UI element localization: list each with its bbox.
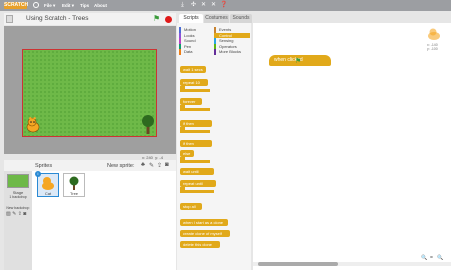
new-sprite-label: New sprite: [107,163,135,169]
sprite-name-cat: Cat [44,191,52,196]
new-backdrop-label: New backdrop: [6,206,30,210]
about-menu[interactable]: About [94,2,107,9]
block-else: else [180,150,194,157]
block-forever-mouth [180,105,210,111]
scrollbar-thumb[interactable] [258,262,338,266]
hat-flag-icon: ⚑ [295,58,302,65]
cat-sprite[interactable] [24,117,42,133]
shrink-icon[interactable]: ✕ [210,2,217,9]
block-if-else[interactable]: if then [180,140,212,147]
block-create-clone[interactable]: create clone of myself [180,230,230,237]
sprite-thumb-cat[interactable]: Cat [37,173,59,197]
presentation-mode-button[interactable] [6,15,13,23]
block-repeat-mouth [180,86,210,92]
sprite-position: x: -140 y: -100 [427,43,438,51]
tree-thumbnail-icon [69,176,79,190]
camera-sprite-icon[interactable]: ◙ [165,162,169,168]
block-repeat-until[interactable]: repeat until [180,180,216,187]
cat-thumbnail-icon [42,177,54,190]
category-data[interactable]: Data [179,49,213,55]
zoom-in-icon[interactable]: 🔍 [437,255,443,261]
zoom-out-icon[interactable]: 🔍 [421,255,427,261]
block-wait[interactable]: wait 1 secs [180,66,206,73]
zoom-reset-icon[interactable]: = [430,255,433,261]
edit-menu[interactable]: Edit ▾ [62,2,74,9]
project-title[interactable]: Using Scratch - Trees [26,13,89,25]
delete-icon[interactable]: ✣ [190,2,197,9]
sprite-y: y: -100 [427,47,438,51]
category-list-right: Events Control Sensing Operators More Bl… [214,27,250,55]
tab-sounds[interactable]: Sounds [230,14,252,23]
stage-thumbnail[interactable] [7,174,29,188]
choose-sprite-icon[interactable]: ♣ [141,162,145,168]
sprites-title: Sprites [35,163,53,169]
block-wait-until[interactable]: wait until [180,168,214,175]
duplicate-icon[interactable]: ⤓ [179,2,186,9]
paint-sprite-icon[interactable]: ✎ [149,162,154,169]
block-when-clone[interactable]: when I start as a clone [180,219,228,226]
block-delete-clone[interactable]: delete this clone [180,241,220,248]
scratch-logo[interactable]: SCRATCH [4,2,28,9]
tab-scripts[interactable]: Scripts [179,14,203,23]
help-icon[interactable]: ❓ [220,2,227,9]
block-if-then[interactable]: if then [180,120,212,127]
block-else-mouth [180,157,210,163]
category-list-left: Motion Looks Sound Pen Data [179,27,213,55]
grass-backdrop [22,49,157,137]
block-if-mouth [180,127,210,133]
backdrop-tools-icon[interactable]: ▧ ✎ ⇪ ◙ [6,211,26,217]
file-menu[interactable]: File ▾ [44,2,55,9]
block-repeat[interactable]: repeat 10 [180,79,208,86]
current-sprite-cat-icon [428,28,440,40]
language-globe-icon[interactable] [33,2,39,8]
sprite-name-tree: Tree [69,191,79,196]
tree-sprite[interactable] [140,113,156,135]
block-forever[interactable]: forever [180,98,202,105]
sprite-info-icon[interactable]: i [35,171,41,177]
green-flag-icon[interactable]: ⚑ [153,15,160,23]
category-more-blocks[interactable]: More Blocks [214,49,250,55]
sprite-thumb-tree[interactable]: Tree [63,173,85,197]
tab-costumes[interactable]: Costumes [204,14,229,23]
backdrop-count: 1 backdrop [9,195,27,199]
grow-icon[interactable]: ✕ [200,2,207,9]
tips-menu[interactable]: Tips [80,2,89,9]
block-repeat-until-mouth [180,187,214,193]
upload-sprite-icon[interactable]: ⇪ [157,162,162,169]
block-stop[interactable]: stop all [180,203,202,210]
stop-button[interactable] [165,16,172,23]
